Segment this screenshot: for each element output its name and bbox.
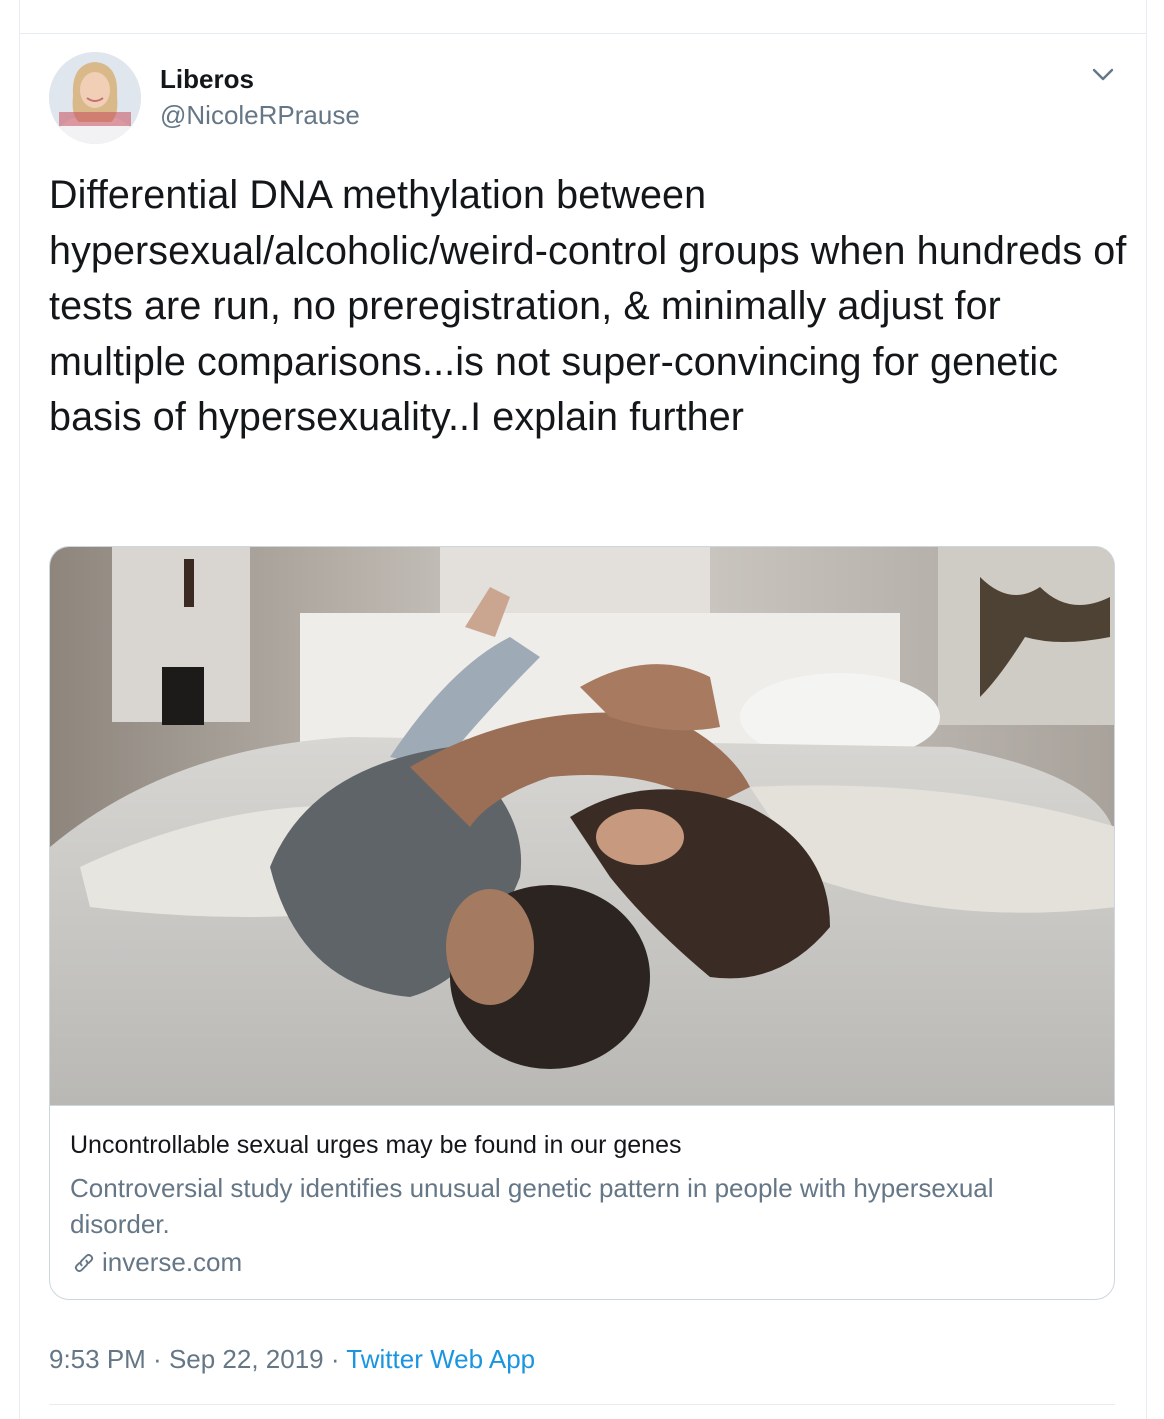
card-domain[interactable]: inverse.com — [70, 1247, 242, 1278]
author-handle[interactable]: @NicoleRPrause — [160, 100, 360, 131]
meta-separator: · — [145, 1344, 169, 1374]
top-divider — [19, 33, 1146, 34]
chevron-down-icon[interactable] — [1088, 60, 1118, 90]
author-name[interactable]: Liberos — [160, 64, 254, 95]
meta-separator: · — [323, 1344, 347, 1374]
tweet-source[interactable]: Twitter Web App — [346, 1344, 535, 1374]
tweet-date[interactable]: Sep 22, 2019 — [169, 1344, 324, 1374]
card-title[interactable]: Uncontrollable sexual urges may be found… — [70, 1131, 682, 1160]
link-icon — [74, 1253, 94, 1272]
card-description[interactable]: Controversial study identifies unusual g… — [70, 1170, 1090, 1242]
card-domain-text: inverse.com — [102, 1247, 243, 1277]
photo-couple-in-bed — [50, 547, 1114, 1105]
card-image[interactable] — [50, 547, 1114, 1105]
tweet-time[interactable]: 9:53 PM — [49, 1344, 146, 1374]
tweet-meta: 9:53 PM · Sep 22, 2019 · Twitter Web App — [49, 1344, 535, 1375]
link-card[interactable]: Uncontrollable sexual urges may be found… — [49, 546, 1115, 1300]
bottom-divider — [49, 1404, 1115, 1405]
avatar[interactable] — [49, 52, 141, 144]
tweet-text: Differential DNA methylation between hyp… — [49, 173, 1127, 439]
card-divider — [50, 1105, 1114, 1106]
